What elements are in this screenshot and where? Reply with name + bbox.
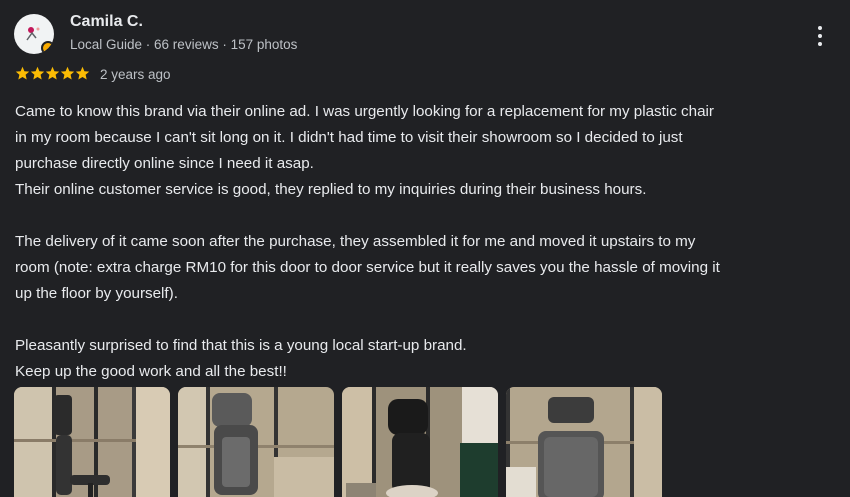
review-text-line: Came to know this brand via their online… xyxy=(15,103,714,120)
review-photo-4[interactable] xyxy=(506,387,662,497)
more-vert-icon-dot xyxy=(818,42,822,46)
more-vert-icon-dot xyxy=(818,34,822,38)
review-text-line: up the floor by yourself). xyxy=(15,285,178,302)
star-icon xyxy=(45,66,60,80)
office-chair-photo-3 xyxy=(342,387,498,497)
review-time: 2 years ago xyxy=(100,67,171,82)
review-text-line: in my room because I can't sit long on i… xyxy=(15,129,683,146)
reviewer-name[interactable]: Camila C. xyxy=(70,13,143,31)
review-text-line: Keep up the good work and all the best!! xyxy=(15,363,287,380)
star-icon xyxy=(60,66,75,80)
review-text-line: The delivery of it came soon after the p… xyxy=(15,233,696,250)
review-photo-3[interactable] xyxy=(342,387,498,497)
review-card: Camila C. Local Guide · 66 reviews · 157… xyxy=(0,0,850,497)
star-icon xyxy=(75,66,90,80)
reviewer-avatar[interactable] xyxy=(14,14,54,54)
review-text-line: room (note: extra charge RM10 for this d… xyxy=(15,259,720,276)
star-icon xyxy=(30,66,45,80)
more-vert-icon xyxy=(818,26,822,30)
review-text: Came to know this brand via their online… xyxy=(15,99,840,385)
star-icon xyxy=(15,66,30,80)
office-chair-photo-2 xyxy=(178,387,334,497)
more-options-button[interactable] xyxy=(808,22,832,50)
reviewer-meta: Local Guide · 66 reviews · 157 photos xyxy=(70,37,298,52)
review-photo-1[interactable] xyxy=(14,387,170,497)
review-text-line: purchase directly online since I need it… xyxy=(15,155,314,172)
review-photo-2[interactable] xyxy=(178,387,334,497)
review-photos xyxy=(14,387,662,497)
review-text-line: Pleasantly surprised to find that this i… xyxy=(15,337,467,354)
review-text-line: Their online customer service is good, t… xyxy=(15,181,647,198)
office-chair-photo-1 xyxy=(14,387,170,497)
office-chair-photo-4 xyxy=(506,387,662,497)
local-guide-badge-icon xyxy=(41,41,54,54)
star-rating xyxy=(15,66,90,81)
